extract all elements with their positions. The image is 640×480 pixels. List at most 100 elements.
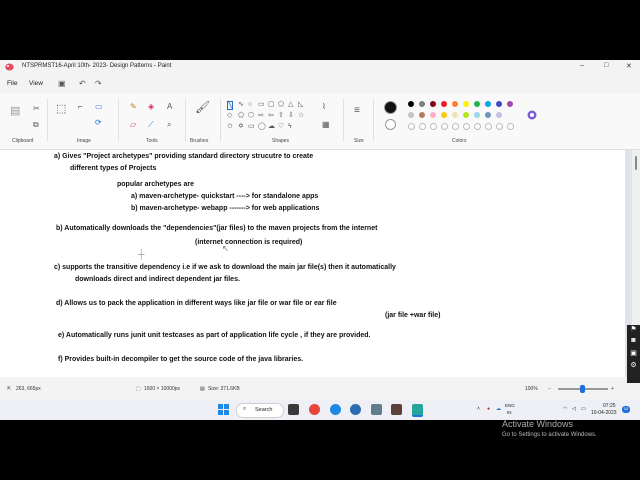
wifi-icon[interactable]: ◠ xyxy=(563,406,567,412)
color-swatch[interactable] xyxy=(419,101,425,107)
meet-icon[interactable] xyxy=(350,404,361,415)
rectangle-shape-icon[interactable]: ▭ xyxy=(258,101,265,108)
scrollbar-thumb[interactable] xyxy=(635,156,637,170)
chrome-icon[interactable] xyxy=(309,404,320,415)
color-swatch[interactable] xyxy=(474,101,480,107)
star6-shape-icon[interactable]: ✡ xyxy=(238,123,244,130)
chevron-up-icon[interactable]: ˄ xyxy=(477,406,480,412)
zoom-slider-thumb[interactable] xyxy=(580,385,585,393)
callout-rect-shape-icon[interactable]: ▭ xyxy=(248,123,255,130)
rotate-icon[interactable]: ⟳ xyxy=(95,119,102,127)
camera-icon[interactable]: ◙ xyxy=(627,337,640,349)
tray-app-icon[interactable]: ● xyxy=(487,406,490,412)
color-swatch[interactable] xyxy=(485,101,491,107)
select-icon[interactable]: ⬚ xyxy=(56,104,66,115)
empty-color-swatch[interactable] xyxy=(485,123,492,130)
battery-icon[interactable]: ▭ xyxy=(581,406,586,412)
primary-color-swatch[interactable] xyxy=(384,101,397,114)
zoom-in-icon[interactable]: + xyxy=(611,386,614,392)
empty-color-swatch[interactable] xyxy=(463,123,470,130)
menu-view[interactable]: View xyxy=(29,80,43,87)
language-indicator[interactable]: ENG xyxy=(505,403,515,408)
edge-icon[interactable] xyxy=(330,404,341,415)
hexagon-shape-icon[interactable]: ⬡ xyxy=(248,112,254,119)
empty-color-swatch[interactable] xyxy=(507,123,514,130)
polygon-shape-icon[interactable]: ⬠ xyxy=(278,101,284,108)
down-arrow-shape-icon[interactable]: ⇩ xyxy=(288,112,294,119)
heart-shape-icon[interactable]: ♡ xyxy=(278,123,284,130)
line-shape-icon[interactable]: ╲ xyxy=(227,101,234,110)
color-swatch[interactable] xyxy=(496,101,502,107)
cut-icon[interactable]: ✂ xyxy=(33,105,40,113)
save-icon[interactable]: ▣ xyxy=(58,79,66,88)
text-icon[interactable]: A xyxy=(167,103,172,111)
color-swatch[interactable] xyxy=(474,112,480,118)
close-button[interactable]: ✕ xyxy=(626,62,632,70)
canvas[interactable]: a) Gives "Project archetypes" providing … xyxy=(0,150,625,377)
color-swatch[interactable] xyxy=(496,112,502,118)
color-swatch[interactable] xyxy=(452,112,458,118)
color-swatch[interactable] xyxy=(463,101,469,107)
paint-taskbar-icon[interactable] xyxy=(412,404,423,417)
copy-icon[interactable]: ⧉ xyxy=(33,121,39,129)
rounded-rect-shape-icon[interactable]: ▢ xyxy=(268,101,275,108)
undo-icon[interactable]: ↶ xyxy=(79,79,86,88)
empty-color-swatch[interactable] xyxy=(419,123,426,130)
color-swatch[interactable] xyxy=(408,112,414,118)
color-swatch[interactable] xyxy=(463,112,469,118)
color-swatch[interactable] xyxy=(430,101,436,107)
color-swatch[interactable] xyxy=(507,101,513,107)
triangle-shape-icon[interactable]: △ xyxy=(288,101,293,108)
volume-icon[interactable]: ◁ xyxy=(572,406,576,412)
empty-color-swatch[interactable] xyxy=(474,123,481,130)
notification-badge[interactable]: 10 xyxy=(622,406,630,413)
edit-colors-icon[interactable] xyxy=(527,110,537,120)
star5-shape-icon[interactable]: ✩ xyxy=(227,123,233,130)
redo-icon[interactable]: ↷ xyxy=(95,79,102,88)
paste-icon[interactable]: ▤ xyxy=(10,106,20,117)
outline-icon[interactable]: ⌇ xyxy=(322,103,326,111)
right-arrow-shape-icon[interactable]: ⇨ xyxy=(258,112,264,119)
curve-shape-icon[interactable]: ∿ xyxy=(238,101,244,108)
zoom-slider[interactable] xyxy=(558,385,608,393)
color-swatch[interactable] xyxy=(452,101,458,107)
secondary-color-swatch[interactable] xyxy=(385,119,396,130)
menu-file[interactable]: File xyxy=(7,80,17,87)
color-picker-icon[interactable]: ⟋ xyxy=(148,121,154,129)
color-swatch[interactable] xyxy=(441,101,447,107)
empty-color-swatch[interactable] xyxy=(408,123,415,130)
star-shape-icon[interactable]: ☆ xyxy=(298,112,304,119)
task-view-icon[interactable] xyxy=(288,404,299,415)
pentagon-shape-icon[interactable]: ⬠ xyxy=(238,112,244,119)
left-arrow-shape-icon[interactable]: ⇦ xyxy=(268,112,274,119)
callout-oval-shape-icon[interactable]: ◯ xyxy=(258,123,266,130)
eraser-icon[interactable]: ▱ xyxy=(130,121,136,129)
color-swatch[interactable] xyxy=(430,112,436,118)
brush-icon[interactable]: 🖌 xyxy=(195,101,210,113)
screenshot-icon[interactable]: ▣ xyxy=(627,349,640,361)
lightning-shape-icon[interactable]: ϟ xyxy=(288,123,292,130)
fill-icon[interactable]: ◈ xyxy=(148,103,154,111)
clock-time[interactable]: 07:25 xyxy=(603,403,616,409)
crop-icon[interactable]: ⌐ xyxy=(78,103,83,111)
color-swatch[interactable] xyxy=(441,112,447,118)
windows-start-icon[interactable] xyxy=(218,404,229,415)
diamond-shape-icon[interactable]: ◇ xyxy=(227,112,232,119)
color-swatch[interactable] xyxy=(419,112,425,118)
magnifier-icon[interactable]: ⌕ xyxy=(167,121,171,129)
empty-color-swatch[interactable] xyxy=(441,123,448,130)
empty-color-swatch[interactable] xyxy=(430,123,437,130)
minimize-button[interactable]: – xyxy=(580,62,584,69)
oval-shape-icon[interactable]: ○ xyxy=(248,101,252,108)
settings-app-icon[interactable] xyxy=(371,404,382,415)
zoom-out-icon[interactable]: − xyxy=(548,386,551,392)
callout-cloud-shape-icon[interactable]: ☁ xyxy=(268,123,275,130)
empty-color-swatch[interactable] xyxy=(452,123,459,130)
tray-cloud-icon[interactable]: ☁ xyxy=(496,406,501,412)
empty-color-swatch[interactable] xyxy=(496,123,503,130)
taskbar-search[interactable]: ⌕ Search xyxy=(236,403,284,418)
clock-date[interactable]: 10-04-2023 xyxy=(591,410,617,416)
side-tool-icon[interactable]: ⚑ xyxy=(627,325,640,337)
color-swatch[interactable] xyxy=(485,112,491,118)
resize-icon[interactable]: ▭ xyxy=(95,103,103,111)
